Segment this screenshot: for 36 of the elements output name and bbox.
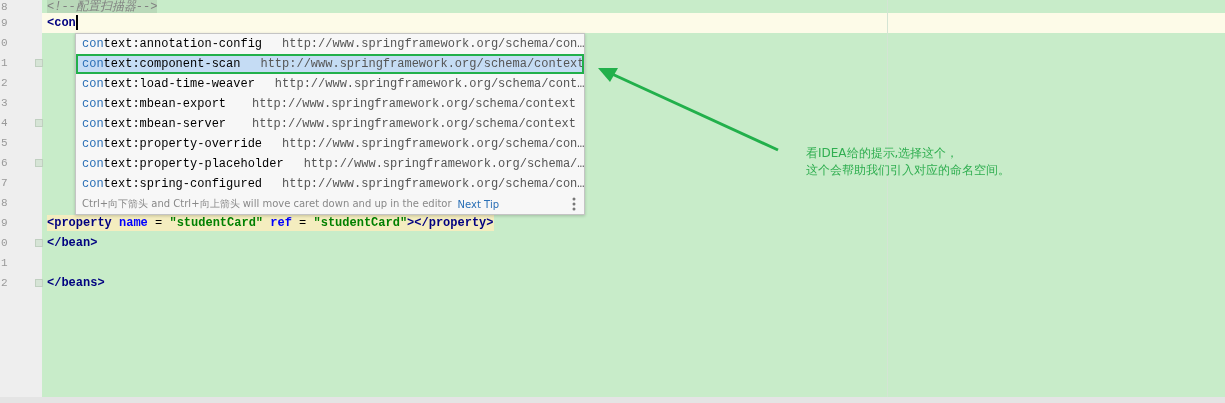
code-line: </bean> — [47, 235, 98, 251]
completion-item[interactable]: context:annotation-config http://www.springframework.org/schema/con… — [76, 34, 584, 54]
line-number: 9 — [1, 17, 8, 29]
next-tip-link[interactable]: Next Tip — [457, 198, 499, 210]
line-number: 2 — [1, 277, 8, 289]
completion-item[interactable]: context:load-time-weaver http://www.springframework.org/schema/cont… — [76, 74, 584, 94]
line-number: 1 — [1, 57, 8, 69]
fold-marker-icon[interactable] — [35, 279, 43, 287]
line-number: 1 — [1, 257, 8, 269]
line-number: 0 — [1, 37, 8, 49]
completion-item[interactable]: context:property-override http://www.springframework.org/schema/con… — [76, 134, 584, 154]
code-line: <con — [47, 15, 78, 31]
line-number: 5 — [1, 137, 8, 149]
completion-item[interactable]: context:mbean-export http://www.springframework.org/schema/context — [76, 94, 584, 114]
fold-marker-icon[interactable] — [35, 239, 43, 247]
annotation-text: 看IDEA给的提示,选择这个， — [806, 145, 960, 162]
line-number: 6 — [1, 157, 8, 169]
line-number: 2 — [1, 77, 8, 89]
hint-text: Ctrl+向下箭头 and Ctrl+向上箭头 will move caret down and up in the editor — [82, 197, 452, 211]
more-icon[interactable] — [572, 197, 576, 211]
line-number: 0 — [1, 237, 8, 249]
line-number: 9 — [1, 217, 8, 229]
line-number: 3 — [1, 97, 8, 109]
annotation-text: 这个会帮助我们引入对应的命名空间。 — [806, 162, 1010, 179]
fold-marker-icon[interactable] — [35, 159, 43, 167]
completion-item[interactable]: context:mbean-server http://www.springframework.org/schema/context — [76, 114, 584, 134]
fold-marker-icon[interactable] — [35, 59, 43, 67]
line-number: 7 — [1, 177, 8, 189]
completion-item[interactable]: context:spring-configured http://www.springframework.org/schema/con… — [76, 174, 584, 194]
line-number: 4 — [1, 117, 8, 129]
completion-item[interactable]: context:component-scan http://www.springframework.org/schema/context — [76, 54, 584, 74]
completion-item[interactable]: context:property-placeholder http://www.springframework.org/schema/… — [76, 154, 584, 174]
line-number: 8 — [1, 0, 8, 13]
fold-marker-icon[interactable] — [35, 119, 43, 127]
code-line: </beans> — [47, 275, 105, 291]
line-number: 8 — [1, 197, 8, 209]
